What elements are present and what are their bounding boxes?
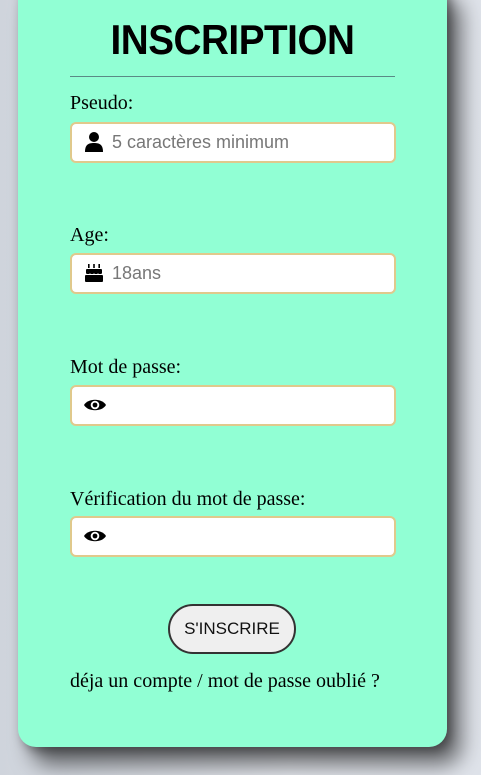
- pseudo-label: Pseudo:: [70, 92, 134, 114]
- age-label: Age:: [70, 224, 109, 246]
- eye-icon[interactable]: [83, 525, 106, 547]
- eye-icon[interactable]: [83, 394, 106, 416]
- page-title: INSCRIPTION: [110, 16, 355, 63]
- page: INSCRIPTION Pseudo: Age:: [0, 0, 481, 775]
- password-confirm-input[interactable]: [112, 518, 382, 555]
- password-field[interactable]: [70, 385, 396, 426]
- pseudo-input[interactable]: [112, 124, 382, 161]
- divider: [70, 76, 395, 77]
- age-input[interactable]: [112, 255, 382, 292]
- registration-card: INSCRIPTION Pseudo: Age:: [18, 0, 447, 747]
- password-label: Mot de passe:: [70, 356, 182, 378]
- pseudo-field[interactable]: [70, 122, 396, 163]
- password-confirm-field[interactable]: [70, 516, 396, 557]
- user-icon: [83, 131, 105, 153]
- account-login-link[interactable]: déja un compte / mot de passe oublié ?: [70, 670, 380, 693]
- birthday-cake-icon: [83, 262, 105, 284]
- age-field[interactable]: [70, 253, 396, 294]
- register-button[interactable]: S'INSCRIRE: [168, 604, 296, 654]
- password-confirm-label: Vérification du mot de passe:: [70, 488, 306, 510]
- password-input[interactable]: [112, 387, 382, 424]
